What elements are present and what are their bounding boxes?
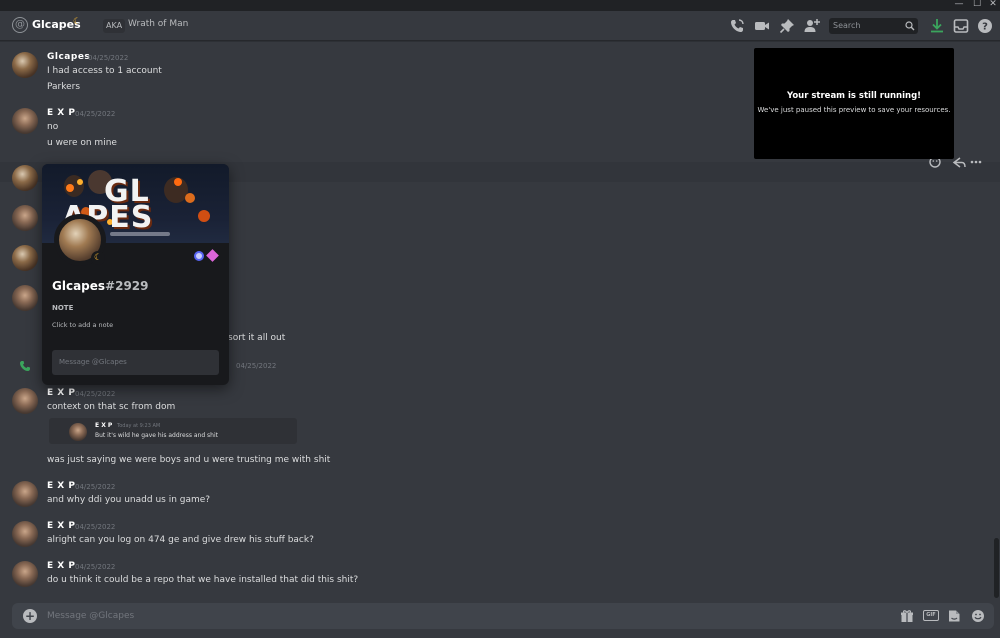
message-text: context on that sc from dom [47, 402, 176, 412]
profile-discriminator: #2929 [105, 279, 149, 293]
message-text: Parkers [47, 82, 81, 92]
stream-subtitle: We've just paused this preview to save y… [757, 106, 951, 114]
avatar[interactable] [12, 481, 38, 507]
avatar[interactable] [12, 285, 38, 311]
message-text: u were on mine [47, 138, 117, 148]
message-text: and why ddi you unadd us in game? [47, 495, 211, 505]
aka-tag: AKA [103, 19, 126, 33]
message-text: was just saying we were boys and u were … [47, 455, 331, 465]
note-label: NOTE [52, 304, 74, 312]
video-icon[interactable] [754, 18, 770, 34]
message-timestamp: 04/25/2022 [75, 523, 116, 531]
composer-placeholder: Message @Glcapes [47, 611, 135, 621]
stream-title: Your stream is still running! [786, 91, 922, 101]
svg-text:?: ? [982, 22, 988, 33]
message-timestamp: 04/25/2022 [75, 390, 116, 398]
quoted-text: But it's wild he gave his address and sh… [95, 432, 218, 439]
search-placeholder: Search [833, 21, 861, 30]
maximize-button[interactable]: ☐ [970, 0, 984, 10]
idle-moon-icon: ☾ [73, 17, 82, 27]
sticker-icon[interactable] [947, 609, 961, 623]
download-icon[interactable] [929, 18, 945, 34]
user-profile-popout: GL APES ☾ Glcapes#2929 NOTE Click to add… [42, 164, 229, 385]
minimize-button[interactable]: — [952, 0, 966, 10]
pin-icon[interactable] [779, 18, 795, 34]
message-timestamp: 04/25/2022 [88, 54, 129, 62]
help-icon[interactable]: ? [977, 18, 993, 34]
reply-icon[interactable] [952, 157, 966, 168]
avatar[interactable] [12, 561, 38, 587]
quoted-message[interactable]: E X P Today at 9:23 AM But it's wild he … [49, 418, 297, 444]
quoted-author: E X P [95, 422, 113, 429]
message-text: do u think it could be a repo that we ha… [47, 575, 359, 585]
note-input[interactable]: Click to add a note [52, 321, 113, 329]
message-text: I had access to 1 account [47, 66, 162, 76]
call-icon [20, 361, 30, 371]
profile-name: Glcapes [52, 279, 106, 293]
avatar[interactable] [12, 165, 38, 191]
message-text: sort it all out [228, 333, 286, 343]
avatar[interactable] [12, 521, 38, 547]
channel-header: @ Glcapes ☾ AKA Wrath of Man Search ? [0, 11, 1000, 41]
call-timestamp: 04/25/2022 [236, 362, 277, 370]
message-timestamp: 04/25/2022 [75, 483, 116, 491]
add-friend-icon[interactable] [804, 18, 820, 34]
avatar [69, 423, 87, 441]
avatar[interactable] [12, 205, 38, 231]
message-author[interactable]: E X P [47, 561, 75, 571]
avatar[interactable] [12, 388, 38, 414]
message-composer[interactable]: + Message @Glcapes GIF [12, 603, 994, 629]
message-author[interactable]: Glcapes [47, 52, 90, 62]
message-author[interactable]: E X P [47, 521, 75, 531]
window-titlebar: — ☐ ✕ [0, 0, 1000, 11]
message-text: no [47, 122, 59, 132]
search-icon [905, 21, 915, 31]
inbox-icon[interactable] [953, 18, 969, 34]
emoji-icon[interactable] [971, 609, 985, 623]
stream-preview[interactable]: Your stream is still running! We've just… [754, 48, 954, 159]
message-timestamp: 04/25/2022 [75, 110, 116, 118]
upload-plus-icon[interactable]: + [23, 609, 37, 623]
scrollbar[interactable] [994, 538, 999, 598]
call-icon[interactable] [729, 18, 745, 34]
avatar[interactable] [12, 52, 38, 78]
message-author[interactable]: E X P [47, 481, 75, 491]
message-text: alright can you log on 474 ge and give d… [47, 535, 314, 545]
avatar[interactable] [12, 245, 38, 271]
profile-message-input[interactable]: Message @Glcapes [52, 350, 219, 375]
gift-icon[interactable] [900, 609, 914, 623]
at-icon: @ [12, 17, 28, 33]
profile-username[interactable]: Glcapes#2929 [52, 279, 149, 293]
message-author[interactable]: E X P [47, 388, 75, 398]
nitro-badge-icon[interactable] [194, 251, 204, 261]
more-options-icon[interactable] [970, 160, 982, 164]
close-button[interactable]: ✕ [986, 0, 1000, 10]
profile-message-placeholder: Message @Glcapes [59, 358, 127, 366]
message-author[interactable]: E X P [47, 108, 75, 118]
aka-nickname: Wrath of Man [128, 19, 189, 29]
message-timestamp: 04/25/2022 [75, 563, 116, 571]
search-input[interactable]: Search [829, 18, 918, 34]
gif-icon[interactable]: GIF [923, 610, 939, 621]
boost-badge-icon[interactable] [206, 249, 219, 262]
avatar[interactable] [12, 108, 38, 134]
quoted-timestamp: Today at 9:23 AM [117, 423, 161, 429]
idle-moon-icon: ☾ [91, 251, 105, 265]
